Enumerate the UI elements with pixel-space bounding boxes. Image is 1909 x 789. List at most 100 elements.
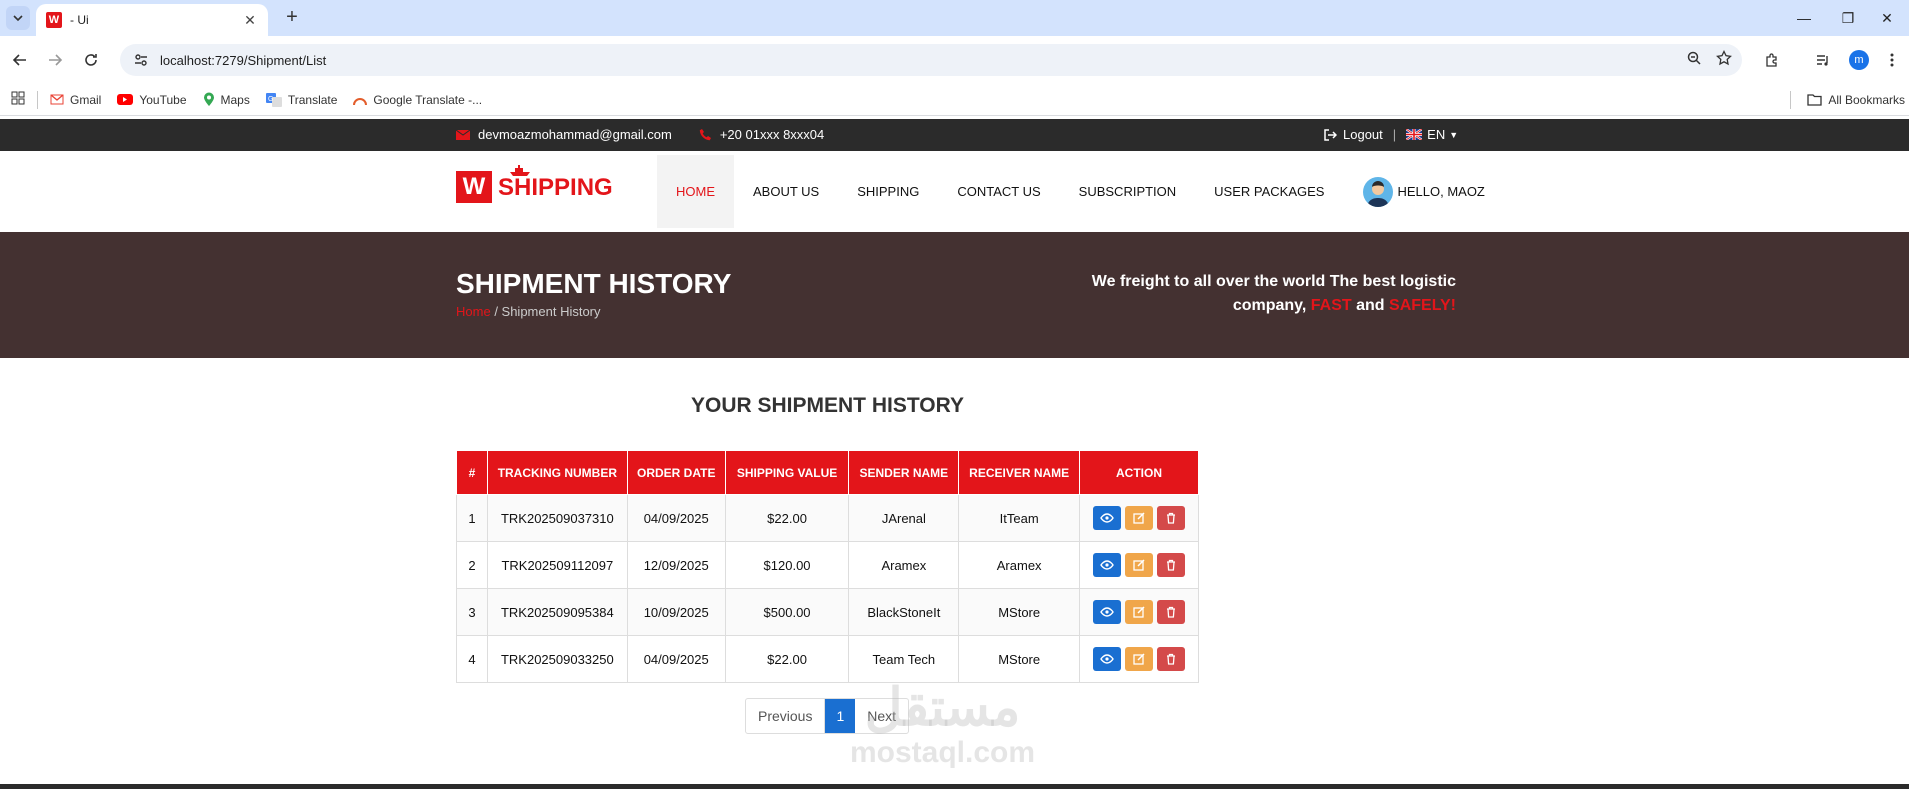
eye-icon xyxy=(1100,560,1114,570)
col-receiver-name: RECEIVER NAME xyxy=(958,450,1081,495)
profile-avatar-button[interactable]: m xyxy=(1849,50,1869,70)
delete-button[interactable] xyxy=(1157,600,1186,624)
media-control-button[interactable] xyxy=(1811,48,1835,72)
folder-icon xyxy=(1807,93,1822,106)
bookmark-translate[interactable]: G Translate xyxy=(265,92,337,107)
cell-tracking-number: TRK202509037310 xyxy=(486,494,628,542)
bookmark-gmail[interactable]: Gmail xyxy=(50,93,101,107)
maps-icon xyxy=(203,92,214,106)
view-button[interactable] xyxy=(1093,600,1122,624)
minimize-button[interactable]: — xyxy=(1782,0,1826,36)
edit-icon xyxy=(1133,512,1145,524)
arrow-left-icon xyxy=(12,54,26,66)
delete-button[interactable] xyxy=(1157,647,1186,671)
cell-sender-name: Team Tech xyxy=(848,635,960,683)
envelope-icon xyxy=(456,129,470,140)
delete-button[interactable] xyxy=(1157,506,1186,530)
arrow-right-icon xyxy=(49,54,63,66)
col-action: ACTION xyxy=(1079,450,1199,495)
extensions-button[interactable] xyxy=(1760,48,1784,72)
bookmark-star-icon[interactable] xyxy=(1716,50,1732,66)
view-button[interactable] xyxy=(1093,553,1122,577)
edit-button[interactable] xyxy=(1125,647,1154,671)
site-logo[interactable]: W SHIPPING xyxy=(456,165,613,203)
trash-icon xyxy=(1166,606,1176,618)
section-title: YOUR SHIPMENT HISTORY xyxy=(690,394,965,417)
edit-icon xyxy=(1133,559,1145,571)
delete-button[interactable] xyxy=(1157,553,1186,577)
contact-email[interactable]: devmoazmohammad@gmail.com xyxy=(478,127,672,142)
view-button[interactable] xyxy=(1093,506,1122,530)
user-menu[interactable]: HELLO, MAOZ xyxy=(1343,155,1492,228)
bookmark-google-translate[interactable]: Google Translate -... xyxy=(353,93,482,107)
table-row: 2 TRK202509112097 12/09/2025 $120.00 Aramex A… xyxy=(456,541,1199,589)
kebab-menu-icon xyxy=(1890,53,1894,67)
table-row: 4 TRK202509033250 04/09/2025 $22.00 Team Tec… xyxy=(456,635,1199,683)
view-button[interactable] xyxy=(1093,647,1122,671)
reload-button[interactable] xyxy=(79,48,103,72)
edit-button[interactable] xyxy=(1125,506,1154,530)
col-shipping-value: SHIPPING VALUE xyxy=(724,450,850,495)
site-header: W SHIPPING HOME ABOUT US SHIPPING CONTAC… xyxy=(0,151,1909,232)
cell-receiver-name: ItTeam xyxy=(958,494,1081,542)
cell-action xyxy=(1079,635,1199,683)
bookmarks-divider xyxy=(37,90,38,109)
page-title: SHIPMENT HISTORY xyxy=(456,268,732,299)
address-bar[interactable]: localhost:7279/Shipment/List xyxy=(120,44,1742,76)
site-favicon-icon: W xyxy=(46,12,62,28)
site-info-icon[interactable] xyxy=(132,51,150,69)
close-icon[interactable]: ✕ xyxy=(242,12,258,29)
nav-contact-us[interactable]: CONTACT US xyxy=(938,155,1059,228)
edit-button[interactable] xyxy=(1125,553,1154,577)
translate-icon: G xyxy=(265,92,282,107)
col-sender-name: SENDER NAME xyxy=(848,450,960,495)
breadcrumb-home-link[interactable]: Home xyxy=(456,304,491,319)
nav-subscription[interactable]: SUBSCRIPTION xyxy=(1060,155,1196,228)
bookmarks-bar: Gmail YouTube Maps G Translate Google Tr… xyxy=(0,84,1909,116)
zoom-icon[interactable] xyxy=(1686,50,1702,66)
window-close-button[interactable]: ✕ xyxy=(1865,0,1909,36)
nav-user-packages[interactable]: USER PACKAGES xyxy=(1195,155,1343,228)
nav-home[interactable]: HOME xyxy=(657,155,734,228)
bookmark-maps[interactable]: Maps xyxy=(203,92,250,107)
browser-menu-button[interactable] xyxy=(1880,48,1904,72)
uk-flag-icon xyxy=(1406,129,1423,140)
nav-about-us[interactable]: ABOUT US xyxy=(734,155,838,228)
cell-order-date: 04/09/2025 xyxy=(626,494,726,542)
user-greeting: HELLO, MAOZ xyxy=(1397,184,1485,199)
hero-tagline: We freight to all over the world The bes… xyxy=(1091,273,1456,314)
cell-receiver-name: Aramex xyxy=(958,541,1081,589)
edit-button[interactable] xyxy=(1125,600,1154,624)
reload-icon xyxy=(85,54,97,66)
site-footer xyxy=(0,784,1909,789)
main-nav: HOME ABOUT US SHIPPING CONTACT US SUBSCR… xyxy=(657,155,1493,228)
forward-button[interactable] xyxy=(43,48,67,72)
breadcrumb-current: / Shipment History xyxy=(494,304,601,319)
all-bookmarks-button[interactable]: All Bookmarks xyxy=(1790,90,1905,109)
language-selector[interactable]: EN ▼ xyxy=(1406,127,1458,142)
cell-shipping-value: $120.00 xyxy=(724,541,850,589)
logout-link[interactable]: Logout xyxy=(1324,127,1383,142)
cell-index: 1 xyxy=(456,494,488,542)
cell-sender-name: Aramex xyxy=(848,541,960,589)
cell-action xyxy=(1079,494,1199,542)
pagination-previous[interactable]: Previous xyxy=(746,699,826,733)
back-button[interactable] xyxy=(8,48,32,72)
cell-receiver-name: MStore xyxy=(958,588,1081,636)
table-header-row: # TRACKING NUMBER ORDER DATE SHIPPING VA… xyxy=(456,450,1199,495)
shipment-table: # TRACKING NUMBER ORDER DATE SHIPPING VA… xyxy=(456,450,1199,683)
nav-shipping[interactable]: SHIPPING xyxy=(838,155,938,228)
playlist-icon xyxy=(1817,55,1828,66)
new-tab-button[interactable]: + xyxy=(280,6,304,30)
browser-tab[interactable]: W - Ui ✕ xyxy=(36,4,268,36)
trash-icon xyxy=(1166,653,1176,665)
table-row: 3 TRK202509095384 10/09/2025 $500.00 BlackSt… xyxy=(456,588,1199,636)
bookmark-youtube[interactable]: YouTube xyxy=(117,93,187,107)
edit-icon xyxy=(1133,653,1145,665)
contact-phone[interactable]: +20 01xxx 8xxx04 xyxy=(720,127,824,142)
cell-shipping-value: $22.00 xyxy=(724,635,850,683)
eye-icon xyxy=(1100,654,1114,664)
tab-search-button[interactable] xyxy=(6,6,30,30)
restore-button[interactable]: ❐ xyxy=(1826,0,1870,36)
apps-grid-icon[interactable] xyxy=(11,91,25,108)
